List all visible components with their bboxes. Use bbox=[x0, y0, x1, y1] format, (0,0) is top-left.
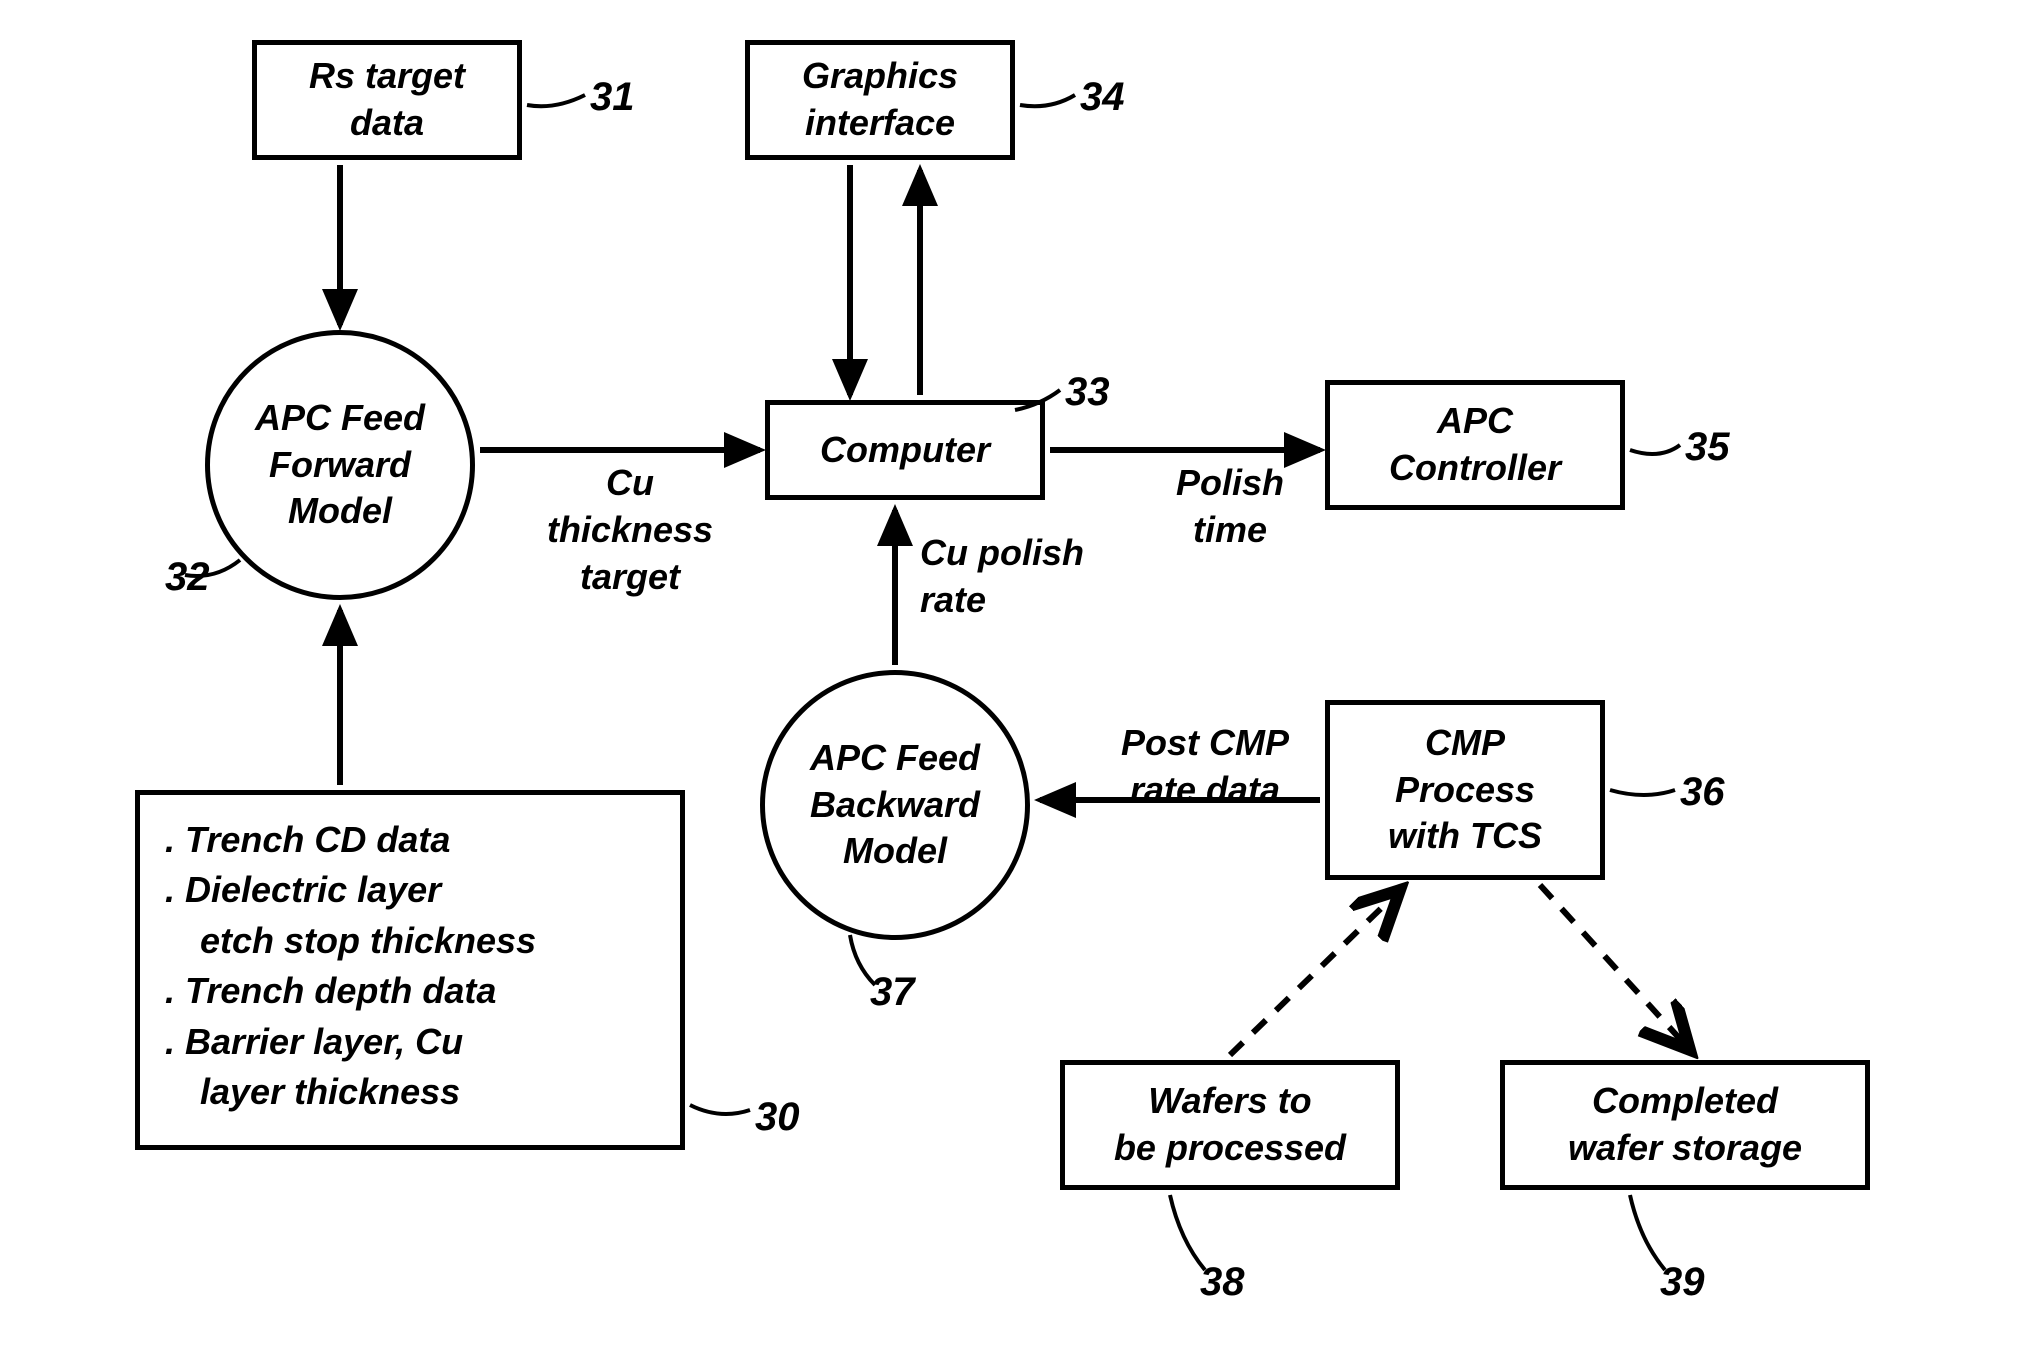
cmp-process-box: CMP Process with TCS bbox=[1325, 700, 1605, 880]
computer-text: Computer bbox=[820, 427, 990, 474]
num-36: 36 bbox=[1680, 770, 1725, 815]
graphics-interface-box: Graphics interface bbox=[745, 40, 1015, 160]
list-item-1: . Trench CD data bbox=[165, 815, 655, 865]
num-37: 37 bbox=[870, 970, 915, 1015]
post-cmp-rate-label: Post CMP rate data bbox=[1075, 720, 1335, 814]
feed-forward-text: APC Feed Forward Model bbox=[255, 395, 425, 535]
diagram-container: Rs target data Graphics interface APC Fe… bbox=[0, 0, 2044, 1352]
num-33: 33 bbox=[1065, 370, 1110, 415]
feed-backward-circle: APC Feed Backward Model bbox=[760, 670, 1030, 940]
num-30: 30 bbox=[755, 1095, 800, 1140]
cu-polish-rate-label: Cu polish rate bbox=[920, 530, 1180, 624]
wafers-process-text: Wafers to be processed bbox=[1114, 1078, 1346, 1172]
rs-target-box: Rs target data bbox=[252, 40, 522, 160]
num-39: 39 bbox=[1660, 1260, 1705, 1305]
input-list-box: . Trench CD data . Dielectric layer etch… bbox=[135, 790, 685, 1150]
computer-box: Computer bbox=[765, 400, 1045, 500]
num-34: 34 bbox=[1080, 75, 1125, 120]
cmp-process-text: CMP Process with TCS bbox=[1388, 720, 1542, 860]
list-item-2b: etch stop thickness bbox=[165, 916, 536, 966]
cu-thickness-label: Cu thickness target bbox=[520, 460, 740, 600]
apc-controller-text: APC Controller bbox=[1389, 398, 1561, 492]
list-item-3: . Trench depth data bbox=[165, 966, 655, 1016]
num-38: 38 bbox=[1200, 1260, 1245, 1305]
completed-storage-box: Completed wafer storage bbox=[1500, 1060, 1870, 1190]
list-item-4b: layer thickness bbox=[165, 1067, 460, 1117]
completed-storage-text: Completed wafer storage bbox=[1568, 1078, 1802, 1172]
list-item-2a: . Dielectric layer bbox=[165, 865, 655, 915]
apc-controller-box: APC Controller bbox=[1325, 380, 1625, 510]
rs-target-text: Rs target data bbox=[309, 53, 465, 147]
feed-backward-text: APC Feed Backward Model bbox=[810, 735, 980, 875]
graphics-interface-text: Graphics interface bbox=[802, 53, 958, 147]
num-31: 31 bbox=[590, 75, 635, 120]
feed-forward-circle: APC Feed Forward Model bbox=[205, 330, 475, 600]
wafers-process-box: Wafers to be processed bbox=[1060, 1060, 1400, 1190]
num-35: 35 bbox=[1685, 425, 1730, 470]
list-item-4a: . Barrier layer, Cu bbox=[165, 1017, 655, 1067]
num-32: 32 bbox=[165, 555, 210, 600]
